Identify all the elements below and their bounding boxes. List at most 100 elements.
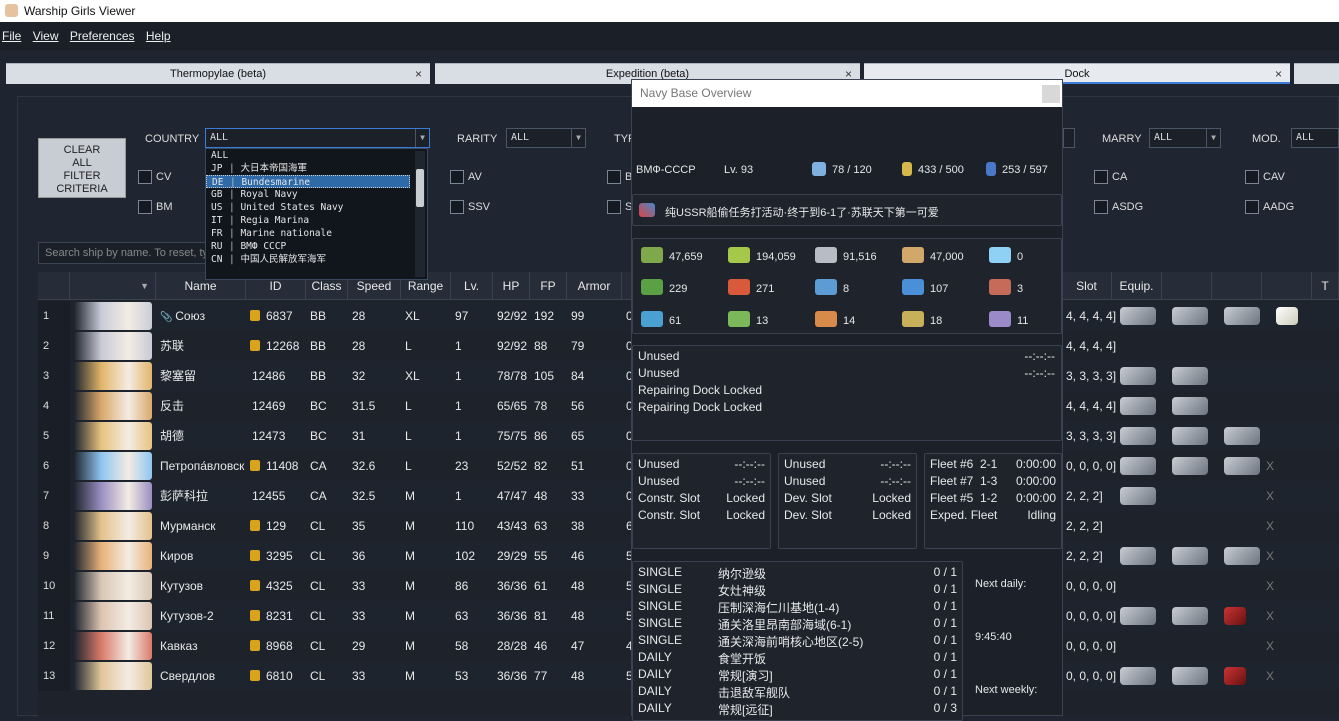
repair-dock-box: Unused --:--:-- Unused --:--:-- Repairing Do… <box>632 345 1062 441</box>
menu-file[interactable]: File <box>2 29 21 43</box>
cell-fp: 48 <box>530 481 567 511</box>
cell-text: 84 <box>571 369 585 383</box>
country-code: GB <box>211 189 223 200</box>
cell-text: 33 <box>352 609 366 623</box>
overview-titlebar: Navy Base Overview <box>632 80 1062 107</box>
cell-text: Союз <box>175 309 206 323</box>
scrollbar-thumb[interactable] <box>416 169 424 207</box>
close-icon[interactable]: × <box>1275 64 1282 84</box>
cell-text: 129 <box>266 519 287 533</box>
checkbox-b[interactable]: B <box>607 170 632 184</box>
header-slot[interactable]: Slot <box>1062 272 1112 300</box>
equipment-icon <box>1224 607 1246 625</box>
cell-text: 0, 0, 0, 0] <box>1066 669 1117 683</box>
header-armor[interactable]: Armor <box>567 272 622 300</box>
clear-filter-button[interactable]: CLEAR ALL FILTER CRITERIA <box>38 138 126 198</box>
rarity-select[interactable]: ALL ▼ <box>506 128 586 148</box>
country-option[interactable]: RU | ВМФ СССР <box>206 240 410 253</box>
tab-thermopylae[interactable]: Thermopylae (beta) × <box>6 63 430 84</box>
cell-n: 5 <box>38 421 70 451</box>
checkbox-bm[interactable]: BM <box>138 200 173 214</box>
equipment-icon <box>1224 307 1260 325</box>
cell-slot: 0, 0, 0, 0] <box>1062 571 1117 601</box>
country-option[interactable]: CN | 中国人民解放军海军 <box>206 253 410 266</box>
country-option[interactable]: DE | Bundesmarine <box>206 175 410 188</box>
fleet-box: Fleet #6 2-1 0:00:00 Fleet #7 1-3 0:00:00 Flee… <box>924 453 1062 549</box>
cell-rng: M <box>401 481 451 511</box>
ship-portrait <box>74 362 152 390</box>
clear-label-line: CLEAR <box>63 144 101 156</box>
menu-view[interactable]: View <box>33 29 59 43</box>
checkbox-s[interactable]: S <box>607 200 632 214</box>
country-name: ВМФ СССР <box>240 241 287 252</box>
checkbox-cav[interactable]: CAV <box>1245 170 1285 184</box>
cell-rng: L <box>401 451 451 481</box>
cell-text: 2, 2, 2] <box>1066 489 1103 503</box>
fleets-map: 1-3 <box>980 474 998 488</box>
cell-text: 47 <box>571 639 585 653</box>
header-portrait[interactable]: ▼ <box>70 272 156 300</box>
cell-lv: 63 <box>451 601 493 631</box>
ammo-icon <box>902 162 912 176</box>
resource-icon <box>902 311 924 327</box>
ship-icon <box>812 162 826 176</box>
checkbox-asdg[interactable]: ASDG <box>1094 200 1143 214</box>
equipment-icon <box>1120 367 1156 385</box>
checkbox-aadg[interactable]: AADG <box>1245 200 1294 214</box>
cell-rng: M <box>401 511 451 541</box>
menu-help[interactable]: Help <box>146 29 171 43</box>
cell-text: 12469 <box>252 399 286 413</box>
cell-text: 31 <box>352 429 366 443</box>
cell-text: 36 <box>352 549 366 563</box>
header-fp[interactable]: FP <box>530 272 567 300</box>
header-equip2[interactable] <box>1162 272 1212 300</box>
close-icon[interactable]: × <box>415 64 422 84</box>
header-level[interactable]: Lv. <box>451 272 493 300</box>
tab-more[interactable] <box>1294 63 1339 84</box>
header-equip[interactable]: Equip. <box>1112 272 1162 300</box>
marry-select[interactable]: ALL ▼ <box>1149 128 1221 148</box>
construct-label: Unused <box>638 457 680 471</box>
dropdown-scrollbar[interactable] <box>415 151 425 277</box>
cell-text: Свердлов <box>160 669 216 683</box>
country-select[interactable]: ALL ▼ <box>205 128 430 148</box>
tasks-box: SINGLE 纳尔逊级 0 / 1 SINGLE 女灶神级 0 / 1 SINGLE 压制深海… <box>632 561 963 721</box>
menu-preferences[interactable]: Preferences <box>70 29 135 43</box>
country-option[interactable]: US | United States Navy <box>206 201 410 214</box>
player-level: Lv. 93 <box>724 164 754 176</box>
country-option[interactable]: ALL <box>206 149 410 162</box>
cell-text: XL <box>405 369 420 383</box>
mod-select[interactable]: ALL <box>1291 128 1339 148</box>
construction-box: Unused --:--:-- Unused --:--:-- Constr. Slot… <box>632 453 771 549</box>
cell-spd: 29 <box>348 631 401 661</box>
country-option[interactable]: IT | Regia Marina <box>206 214 410 227</box>
country-dropdown-list[interactable]: ALL JP | 大日本帝国海軍 DE | Bundesmarine GB | Royal … <box>205 148 428 280</box>
country-option[interactable]: FR | Marine nationale <box>206 227 410 240</box>
cell-cls: CL <box>306 571 348 601</box>
cell-text: 61 <box>534 579 548 593</box>
empty-slot-mark: X <box>1266 579 1275 593</box>
cell-rng: M <box>401 601 451 631</box>
cell-text: Мурманск <box>160 519 216 533</box>
cell-id: 8968 <box>246 631 306 661</box>
other-select[interactable] <box>1063 128 1075 148</box>
search-input[interactable]: Search ship by name. To reset, ty <box>38 242 218 264</box>
cell-ar: 48 <box>567 601 622 631</box>
rarity-value: ALL <box>511 132 530 143</box>
checkbox-av[interactable]: AV <box>450 170 482 184</box>
equipment-icon <box>1172 547 1208 565</box>
header-equip4[interactable] <box>1262 272 1312 300</box>
country-option[interactable]: GB | Royal Navy <box>206 188 410 201</box>
checkbox-ssv[interactable]: SSV <box>450 200 490 214</box>
header-t[interactable]: T <box>1312 272 1339 300</box>
country-option[interactable]: JP | 大日本帝国海軍 <box>206 162 410 175</box>
header-hp[interactable]: HP <box>493 272 530 300</box>
cell-lv: 1 <box>451 331 493 361</box>
checkbox-cv[interactable]: CV <box>138 170 171 184</box>
header-equip3[interactable] <box>1212 272 1262 300</box>
close-button[interactable] <box>1042 85 1060 103</box>
country-name: Regia Marina <box>240 215 310 226</box>
checkbox-ca[interactable]: CA <box>1094 170 1127 184</box>
cell-spd: 32.5 <box>348 481 401 511</box>
mod-label: MOD. <box>1252 133 1281 145</box>
